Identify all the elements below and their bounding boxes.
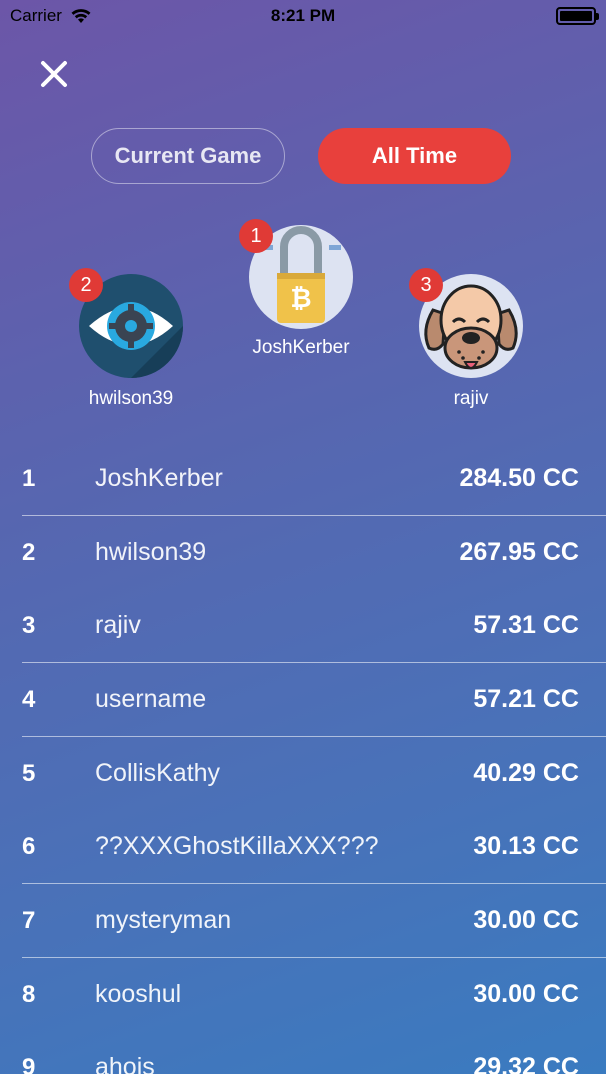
battery-icon	[556, 7, 599, 25]
table-row[interactable]: 2 hwilson39 267.95 CC	[0, 516, 606, 589]
row-username: ahois	[95, 1053, 155, 1074]
row-username: username	[95, 685, 207, 713]
carrier-label: Carrier	[10, 6, 62, 25]
row-rank: 4	[22, 685, 36, 713]
table-row[interactable]: 3 rajiv 57.31 CC	[0, 589, 606, 662]
podium-second[interactable]: 2 hwilson39	[69, 268, 183, 410]
wifi-icon	[71, 9, 91, 23]
avatar: 3	[409, 268, 523, 378]
row-score: 30.00 CC	[473, 906, 579, 934]
row-score: 30.00 CC	[473, 980, 579, 1008]
row-username: mysteryman	[95, 906, 232, 934]
row-score: 30.13 CC	[473, 832, 579, 860]
status-bar: Carrier 8:21 PM	[0, 0, 606, 32]
tab-all-time[interactable]: All Time	[318, 128, 511, 184]
row-score: 40.29 CC	[473, 759, 579, 787]
row-rank: 3	[22, 611, 36, 639]
row-rank: 2	[22, 538, 36, 566]
row-rank: 6	[22, 832, 36, 860]
row-username: ??XXXGhostKillaXXX???	[95, 832, 379, 860]
row-rank: 8	[22, 980, 36, 1008]
row-username: hwilson39	[95, 538, 207, 566]
row-username: JoshKerber	[95, 464, 223, 492]
row-rank: 7	[22, 906, 36, 934]
row-rank: 9	[22, 1053, 36, 1074]
row-username: CollisKathy	[95, 759, 221, 787]
svg-text:₿: ₿	[290, 284, 311, 314]
table-row[interactable]: 6 ??XXXGhostKillaXXX??? 30.13 CC	[0, 810, 606, 883]
rank-badge: 3	[409, 268, 443, 302]
table-row[interactable]: 7 mysteryman 30.00 CC	[0, 884, 606, 957]
avatar: 2	[69, 268, 183, 378]
row-score: 284.50 CC	[459, 464, 579, 492]
row-score: 57.21 CC	[473, 685, 579, 713]
leaderboard-period-toggle: Current Game All Time	[0, 128, 606, 186]
podium-name: JoshKerber	[252, 337, 350, 358]
podium-name: hwilson39	[88, 388, 174, 409]
row-username: rajiv	[95, 611, 141, 639]
table-row[interactable]: 8 kooshul 30.00 CC	[0, 958, 606, 1031]
row-rank: 5	[22, 759, 36, 787]
avatar: ₿ 1	[239, 219, 353, 329]
table-row[interactable]: 9 ahois 29.32 CC	[0, 1031, 606, 1074]
table-row[interactable]: 5 CollisKathy 40.29 CC	[0, 737, 606, 810]
tab-current-game[interactable]: Current Game	[91, 128, 285, 184]
row-score: 29.32 CC	[473, 1053, 579, 1074]
rank-badge: 2	[69, 268, 103, 302]
row-score: 57.31 CC	[473, 611, 579, 639]
podium-name: rajiv	[453, 388, 489, 409]
podium-third[interactable]: 3 rajiv	[409, 268, 523, 410]
table-row[interactable]: 4 username 57.21 CC	[0, 663, 606, 736]
row-score: 267.95 CC	[459, 538, 579, 566]
row-rank: 1	[22, 464, 36, 492]
rank-badge: 1	[239, 219, 273, 253]
leaderboard-list: 1 JoshKerber 284.50 CC 2 hwilson39 267.9…	[0, 442, 606, 1074]
podium-first[interactable]: ₿ 1 JoshKerber	[239, 219, 354, 359]
close-icon[interactable]	[38, 58, 70, 90]
status-left: Carrier	[10, 6, 92, 26]
row-username: kooshul	[95, 980, 182, 1008]
table-row[interactable]: 1 JoshKerber 284.50 CC	[0, 442, 606, 515]
